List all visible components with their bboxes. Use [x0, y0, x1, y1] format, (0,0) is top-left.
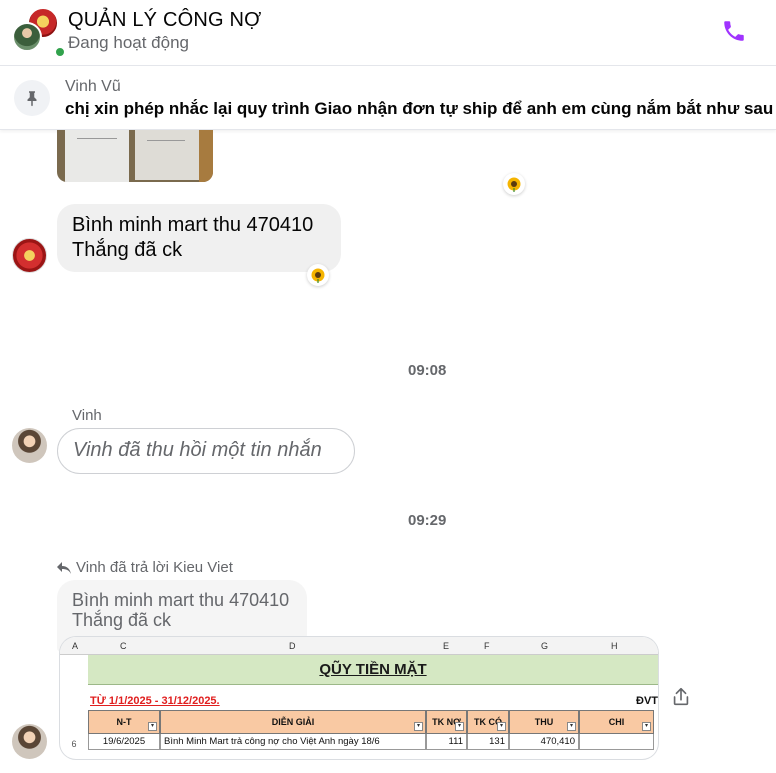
sheet-banner: QŨY TIỀN MẶT [88, 655, 658, 685]
cell-chi [579, 734, 654, 750]
table-header-nt: N-T ▾ [88, 710, 160, 734]
reply-arrow-icon [57, 561, 71, 574]
col-letter: A [72, 641, 79, 651]
spreadsheet-image-attachment[interactable]: A C D E F G H QŨY TIỀN MẶT TỪ 1/1/2025 -… [60, 637, 658, 759]
filter-dropdown-icon: ▾ [148, 722, 157, 731]
cell-tk-no: 111 [426, 734, 467, 750]
pin-icon [14, 80, 50, 116]
table-header-tk-no: TK NỢ ▾ [426, 710, 467, 734]
table-header-tk-co: TK CÓ ▾ [467, 710, 509, 734]
pinned-text: chị xin phép nhắc lại quy trình Giao nhậ… [65, 99, 774, 118]
group-avatar-image-2 [12, 22, 42, 52]
timestamp: 09:08 [408, 362, 447, 379]
photo-line [147, 140, 185, 141]
col-letter: E [443, 641, 450, 651]
group-avatar[interactable] [12, 8, 66, 58]
reply-label: Vinh đã trả lời Kieu Viet [57, 559, 233, 576]
online-status-dot [54, 46, 66, 58]
sheet-date-range: TỪ 1/1/2025 - 31/12/2025. [90, 695, 220, 707]
sender-avatar-vinh[interactable] [12, 428, 47, 463]
chat-header: QUẢN LÝ CÔNG NỢ Đang hoạt động [0, 0, 776, 66]
cell-desc: Bình Minh Mart trả công nợ cho Việt Anh … [160, 734, 426, 750]
table-header-text: CHI [608, 717, 625, 727]
filter-dropdown-icon: ▾ [642, 722, 651, 731]
sender-avatar-vinh[interactable] [12, 724, 47, 759]
photo-line [77, 138, 117, 139]
col-letter: H [611, 641, 618, 651]
row-number: 6 [71, 739, 77, 749]
sunflower-reaction-icon[interactable] [307, 264, 329, 286]
phone-icon[interactable] [721, 18, 747, 44]
cell-tk-co: 131 [467, 734, 509, 750]
share-icon[interactable] [670, 686, 692, 708]
filter-dropdown-icon: ▾ [414, 722, 423, 731]
message-line-1: Bình minh mart thu 470410 [72, 214, 314, 236]
sunflower-reaction-icon[interactable] [503, 173, 525, 195]
col-letter: G [541, 641, 549, 651]
col-letter: C [120, 641, 127, 651]
filter-dropdown-icon: ▾ [567, 722, 576, 731]
filter-dropdown-icon: ▾ [455, 722, 464, 731]
timestamp: 09:29 [408, 512, 447, 529]
quoted-line-2: Thắng đã ck [72, 610, 172, 630]
cell-thu: 470,410 [509, 734, 579, 750]
table-header-text: THU [534, 717, 554, 727]
sheet-unit-label: ĐVT [636, 695, 658, 707]
photo-paper-right [135, 130, 199, 180]
table-header-text: N-T [116, 717, 132, 727]
col-letter: D [289, 641, 296, 651]
chat-status: Đang hoạt động [68, 33, 189, 52]
reply-label-text: Vinh đã trả lời Kieu Viet [76, 559, 233, 576]
table-header-text: DIỄN GIẢI [271, 717, 315, 727]
photo-attachment[interactable] [57, 130, 213, 182]
table-header-thu: THU ▾ [509, 710, 579, 734]
table-header-dien-giai: DIỄN GIẢI ▾ [160, 710, 426, 734]
col-letter: F [484, 641, 490, 651]
chat-title[interactable]: QUẢN LÝ CÔNG NỢ [68, 9, 262, 32]
sender-avatar-mart[interactable] [12, 238, 47, 273]
photo-wood-edge [199, 130, 213, 182]
cell-date: 19/6/2025 [88, 734, 160, 750]
table-header-chi: CHI ▾ [579, 710, 654, 734]
quoted-line-1: Bình minh mart thu 470410 [72, 590, 290, 610]
column-header-row: A C D E F G H [60, 637, 658, 655]
pinned-sender: Vinh Vũ [65, 78, 121, 95]
filter-dropdown-icon: ▾ [497, 722, 506, 731]
recalled-message: Vinh đã thu hồi một tin nhắn [57, 428, 355, 474]
sheet-title: QŨY TIỀN MẶT [319, 661, 427, 678]
pinned-message-bar[interactable]: Vinh Vũ chị xin phép nhắc lại quy trình … [0, 66, 776, 130]
sender-name: Vinh [72, 407, 102, 424]
message-line-2: Thắng đã ck [72, 239, 183, 261]
message-bubble[interactable]: Bình minh mart thu 470410 Thắng đã ck [57, 204, 341, 272]
